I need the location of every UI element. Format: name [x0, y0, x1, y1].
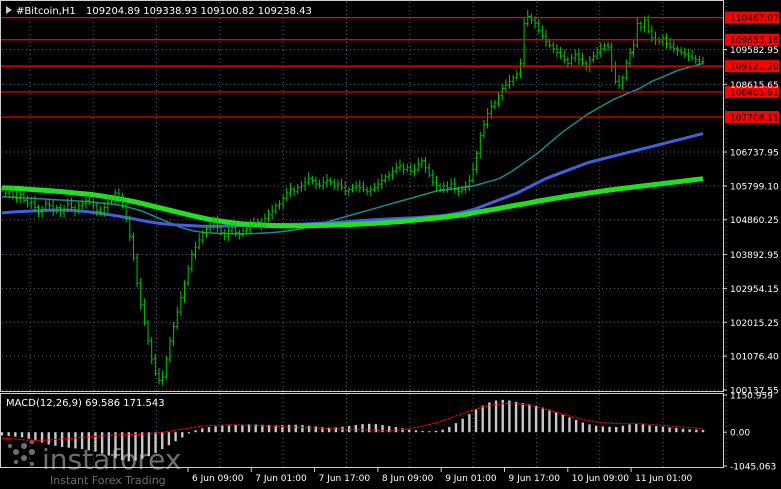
time-tick-label: 7 Jun 17:00 [319, 474, 371, 484]
price-tick-label: 109582.95 [730, 46, 779, 56]
level-label: 110467.07 [730, 14, 779, 24]
price-tick-label: 102954.15 [730, 285, 779, 295]
price-tick-label: 101076.40 [730, 353, 779, 363]
level-label: 109121.20 [730, 63, 779, 73]
macd-tick-label: -1045.063 [730, 463, 776, 473]
watermark-tagline: Instant Forex Trading [50, 474, 166, 487]
time-tick-label: 10 Jun 09:00 [572, 474, 629, 484]
ohlc-values: 109204.89 109338.93 109100.82 109238.43 [86, 6, 312, 17]
time-tick-label: 9 Jun 01:00 [445, 474, 497, 484]
price-tick-label: 104860.25 [730, 216, 779, 226]
chart-canvas[interactable]: instaforex Instant Forex Trading 110467.… [0, 0, 781, 489]
watermark-brand: instaforex [42, 443, 181, 476]
chart-header: #Bitcoin,H1 109204.89 109338.93 109100.8… [6, 6, 312, 17]
time-tick-label: 8 Jun 09:00 [382, 474, 434, 484]
price-tick-label: 103892.95 [730, 251, 779, 261]
time-tick-label: 7 Jun 01:00 [255, 474, 307, 484]
trading-chart[interactable]: instaforex Instant Forex Trading 110467.… [0, 0, 781, 489]
macd-header: MACD(12,26,9) 69.586 171.543 [6, 398, 165, 409]
price-tick-label: 105799.10 [730, 182, 779, 192]
level-label: 107708.11 [730, 114, 779, 124]
macd-tick-label: 1150.959 [730, 392, 773, 402]
time-tick-label: 11 Jun 01:00 [635, 474, 692, 484]
price-tick-label: 102015.25 [730, 319, 779, 329]
price-tick-label: 108615.65 [730, 81, 779, 91]
level-label: 109853.16 [730, 36, 779, 46]
macd-tick-label: 0.00 [730, 429, 750, 439]
time-tick-label: 6 Jun 09:00 [192, 474, 244, 484]
price-tick-label: 106737.95 [730, 149, 779, 159]
time-tick-label: 9 Jun 17:00 [509, 474, 561, 484]
chart-background [0, 0, 781, 489]
symbol-label: #Bitcoin,H1 [16, 6, 76, 17]
